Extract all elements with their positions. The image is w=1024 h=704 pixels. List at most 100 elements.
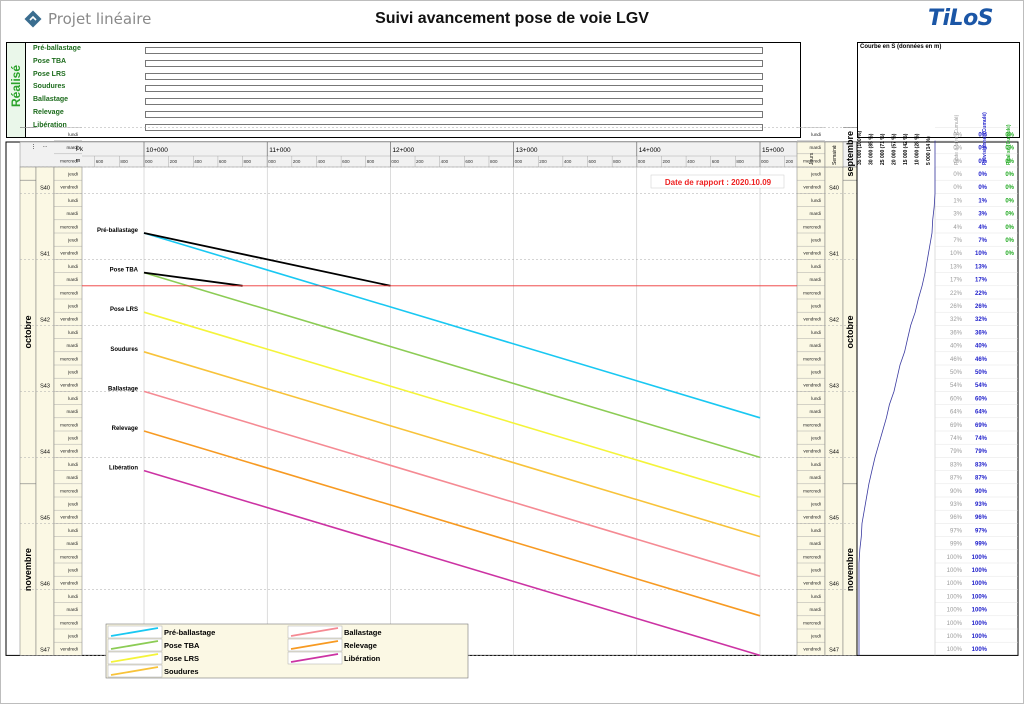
legend-label: Pose TBA [164,641,200,650]
s-curve-reste-value: 17% [950,278,963,284]
s-curve-reste-value: 1% [953,198,962,204]
pk-minor-label: 600 [219,159,227,164]
s-curve-reste-value: 100% [947,608,963,614]
s-curve-reste-value: 0% [953,132,962,138]
pk-major-label: 14+000 [639,147,661,154]
week-label-right: S42 [829,317,839,323]
pk-minor-label: 000 [145,159,153,164]
pk-minor-label: 400 [564,159,572,164]
pk-minor-label: 200 [170,159,178,164]
s-curve-reste-value: 7% [953,238,962,244]
s-curve-prev-value: 0% [978,172,987,178]
pk-minor-label: 200 [416,159,424,164]
s-curve-prev-value: 69% [975,423,988,429]
month-label-right: septembre [845,131,855,177]
week-label-left: S43 [40,383,50,389]
s-curve-reste-value: 40% [950,344,963,350]
planned-line-label: Pose LRS [110,307,138,313]
s-curve-prev-value: 0% [978,185,987,191]
s-curve-prev-value: 0% [978,132,987,138]
day-label-left: vendredi [60,581,78,586]
week-label-left: S46 [40,581,50,587]
s-curve-reste-value: 83% [950,462,963,468]
s-curve-prev-value: 99% [975,542,988,548]
s-curve-reste-value: 26% [950,304,963,310]
day-label-right: mardi [810,145,822,150]
planned-line-label: Soudures [110,347,138,353]
s-curve-col-reste: Reste à faire (Cumulé) [954,114,960,165]
s-curve-scale-label: 5 000 (14 %) [926,136,932,165]
s-curve-reste-value: 87% [950,476,963,482]
s-curve-reste-value: 0% [953,185,962,191]
pk-major-label: 15+000 [762,147,784,154]
pk-minor-label: 000 [268,159,276,164]
day-label-left: lundi [68,462,78,467]
legend-label: Relevage [344,641,377,650]
day-label-left: vendredi [60,647,78,652]
day-label-left: vendredi [60,449,78,454]
week-label-right: S43 [829,383,839,389]
day-label-left: mardi [67,475,79,480]
pk-minor-label: 800 [367,159,375,164]
day-label-right: mercredi [803,422,821,427]
day-label-right: vendredi [803,251,821,256]
s-curve-prev-value: 1% [978,198,987,204]
day-label-left: vendredi [60,317,78,322]
planned-line-label: Pose TBA [110,268,139,274]
planned-line-label: Ballastage [108,386,139,392]
day-label-right: mardi [810,211,822,216]
pk-minor-label: 600 [465,159,473,164]
day-label-right: mercredi [803,158,821,163]
s-curve-prev-value: 74% [975,436,988,442]
day-label-left: jeudi [67,568,78,573]
pk-major-label: 13+000 [516,147,538,154]
week-label-right: S45 [829,515,839,521]
pk-minor-label: 800 [736,159,744,164]
day-label-left: jeudi [67,172,78,177]
day-label-left: mercredi [60,290,78,295]
s-curve-reste-value: 50% [950,370,963,376]
day-label-right: lundi [811,132,821,137]
s-curve-reste-value: 69% [950,423,963,429]
s-curve-prev-value: 87% [975,476,988,482]
s-curve-scale-label: 10 000 (28 %) [915,133,921,165]
s-curve-reste-value: 93% [950,502,963,508]
s-curve-prev-value: 36% [975,330,988,336]
s-curve-reste-value: 13% [950,264,963,270]
day-label-right: jeudi [810,172,821,177]
s-curve-reste-value: 99% [950,542,963,548]
day-label-right: vendredi [803,581,821,586]
s-curve-reste-value: 0% [953,146,962,152]
s-curve-prev-value: 7% [978,238,987,244]
s-curve-prev-value: 54% [975,383,988,389]
s-curve-prev-value: 100% [972,634,988,640]
day-label-right: vendredi [803,185,821,190]
week-label-right: S46 [829,581,839,587]
day-label-left: lundi [68,132,78,137]
s-curve-real-value: 0% [1005,132,1014,138]
pk-minor-label: 000 [391,159,399,164]
s-curve-real-value: 0% [1005,146,1014,152]
day-label-right: jeudi [810,568,821,573]
s-curve-prev-value: 10% [975,251,988,257]
day-label-left: vendredi [60,185,78,190]
s-curve-prev-value: 22% [975,291,988,297]
pk-minor-label: 400 [687,159,695,164]
s-curve-prev-value: 100% [972,621,988,627]
day-label-left: lundi [68,594,78,599]
s-curve-real-value: 0% [1005,159,1014,165]
s-curve-prev-value: 100% [972,555,988,561]
day-label-left: jeudi [67,502,78,507]
planned-line-label: Pré-ballastage [97,228,139,234]
pk-minor-label: 800 [613,159,621,164]
s-curve-reste-value: 64% [950,410,963,416]
s-curve-prev-value: 79% [975,449,988,455]
week-label-left: S47 [40,647,50,653]
pk-minor-label: 600 [96,159,104,164]
day-label-right: jeudi [810,502,821,507]
day-label-right: mardi [810,277,822,282]
s-curve-reste-value: 54% [950,383,963,389]
s-curve-prev-value: 17% [975,278,988,284]
day-label-left: vendredi [60,383,78,388]
s-curve-reste-value: 97% [950,528,963,534]
